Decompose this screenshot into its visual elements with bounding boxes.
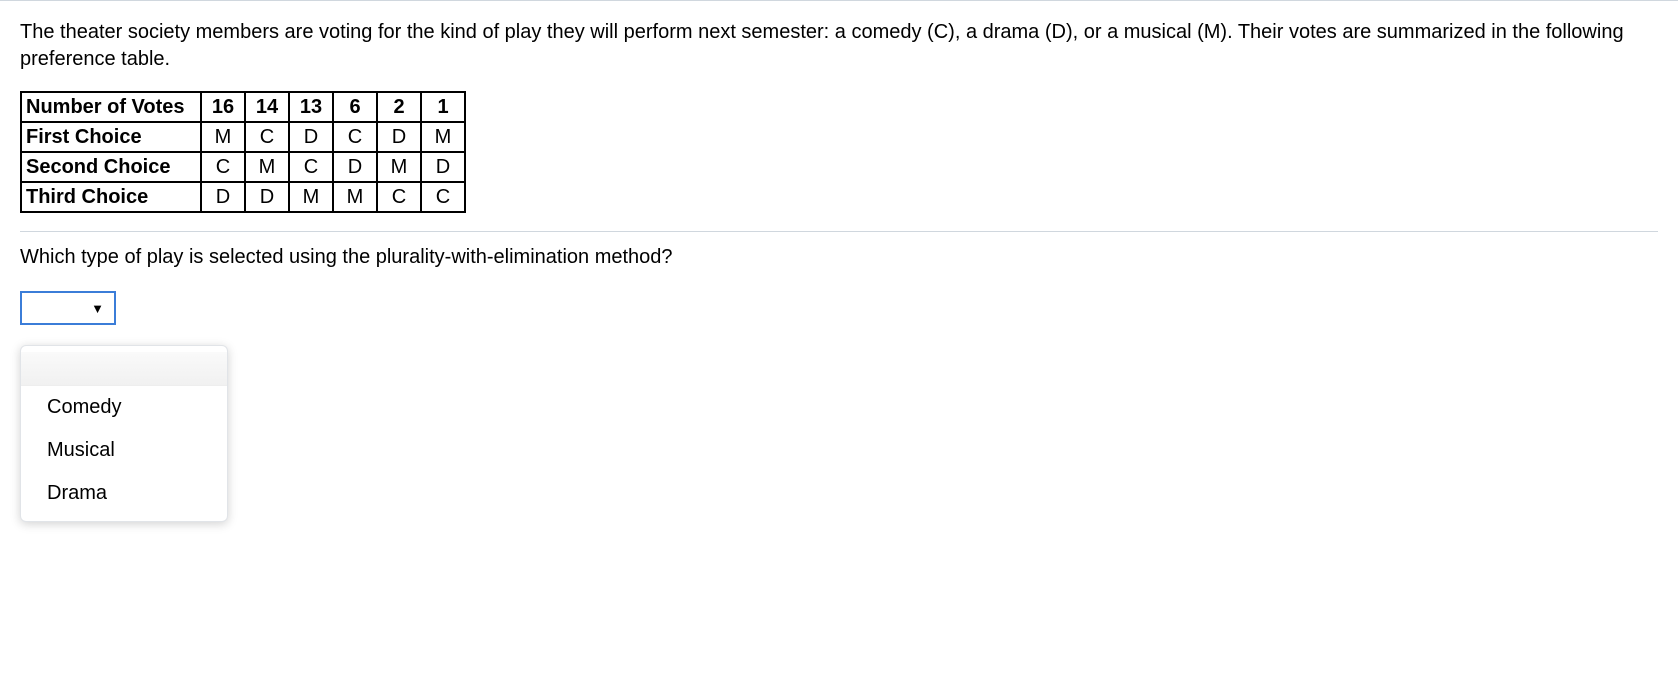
row-label: Third Choice: [21, 182, 201, 212]
row-label: First Choice: [21, 122, 201, 152]
dropdown-option-comedy[interactable]: Comedy: [21, 386, 227, 429]
header-cell: 14: [245, 92, 289, 122]
header-cell: 13: [289, 92, 333, 122]
table-cell: C: [201, 152, 245, 182]
header-cell: 2: [377, 92, 421, 122]
table-cell: M: [289, 182, 333, 212]
header-label: Number of Votes: [21, 92, 201, 122]
table-row: Third Choice D D M M C C: [21, 182, 465, 212]
header-cell: 6: [333, 92, 377, 122]
answer-dropdown: Comedy Musical Drama: [20, 345, 228, 522]
table-cell: C: [289, 152, 333, 182]
problem-statement: The theater society members are voting f…: [20, 19, 1658, 73]
table-cell: D: [201, 182, 245, 212]
table-cell: D: [245, 182, 289, 212]
table-cell: M: [333, 182, 377, 212]
table-cell: D: [377, 122, 421, 152]
preference-table: Number of Votes 16 14 13 6 2 1 First Cho…: [20, 91, 466, 213]
table-cell: M: [201, 122, 245, 152]
table-row: Second Choice C M C D M D: [21, 152, 465, 182]
table-header-row: Number of Votes 16 14 13 6 2 1: [21, 92, 465, 122]
header-cell: 16: [201, 92, 245, 122]
dropdown-option-drama[interactable]: Drama: [21, 472, 227, 515]
table-cell: D: [289, 122, 333, 152]
table-cell: C: [377, 182, 421, 212]
dropdown-option-blank[interactable]: [21, 352, 227, 386]
dropdown-option-musical[interactable]: Musical: [21, 429, 227, 472]
chevron-down-icon: ▼: [91, 301, 104, 316]
table-cell: M: [377, 152, 421, 182]
header-cell: 1: [421, 92, 465, 122]
problem-container: The theater society members are voting f…: [0, 0, 1678, 562]
table-cell: D: [333, 152, 377, 182]
table-cell: C: [245, 122, 289, 152]
table-cell: C: [333, 122, 377, 152]
divider: [20, 231, 1658, 232]
question-text: Which type of play is selected using the…: [20, 246, 1658, 269]
table-cell: C: [421, 182, 465, 212]
row-label: Second Choice: [21, 152, 201, 182]
table-cell: D: [421, 152, 465, 182]
table-cell: M: [245, 152, 289, 182]
table-cell: M: [421, 122, 465, 152]
table-row: First Choice M C D C D M: [21, 122, 465, 152]
answer-select[interactable]: ▼: [20, 291, 116, 325]
